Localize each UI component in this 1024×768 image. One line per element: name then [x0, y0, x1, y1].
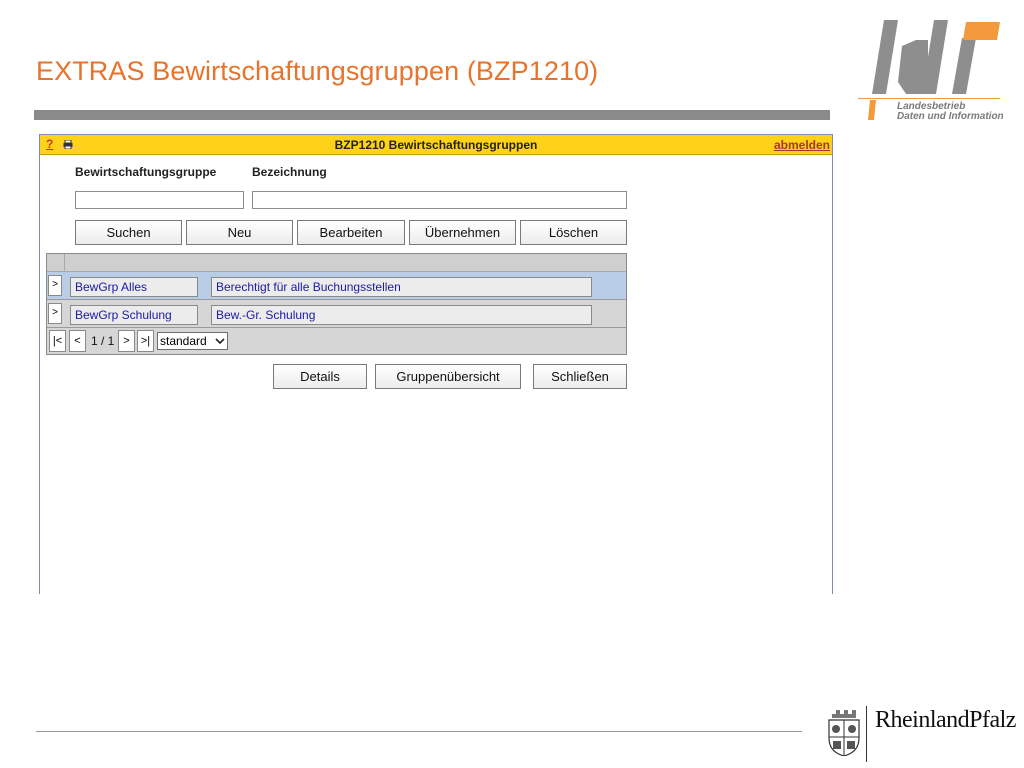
slide-title: EXTRAS Bewirtschaftungsgruppen (BZP1210) — [36, 56, 599, 86]
row-select-button[interactable]: > — [48, 275, 62, 296]
delete-button[interactable]: Löschen — [520, 220, 627, 245]
printer-icon[interactable] — [63, 140, 73, 149]
prev-page-button[interactable]: < — [69, 330, 86, 352]
footer-separator — [866, 706, 867, 762]
last-page-button[interactable]: >| — [137, 330, 154, 352]
group-overview-button[interactable]: Gruppenübersicht — [375, 364, 521, 389]
chevron-down-icon — [215, 338, 225, 345]
page-info: 1 / 1 — [91, 334, 115, 348]
group-input[interactable] — [75, 191, 244, 209]
coat-of-arms-icon — [828, 710, 860, 756]
rlp-brand: RheinlandPfalz — [875, 707, 1016, 733]
next-page-button[interactable]: > — [118, 330, 135, 352]
description-field-label: Bezeichnung — [252, 165, 327, 179]
logo-text-line2: Daten und Information — [897, 111, 1004, 122]
pager: |< < 1 / 1 > >| standard — [47, 328, 626, 354]
edit-button[interactable]: Bearbeiten — [297, 220, 405, 245]
results-table: > BewGrp Alles Berechtigt für alle Buchu… — [46, 253, 627, 355]
help-link[interactable]: ? — [46, 137, 53, 151]
details-button[interactable]: Details — [273, 364, 367, 389]
title-divider — [34, 110, 830, 120]
app-title: BZP1210 Bewirtschaftungsgruppen — [334, 138, 538, 152]
footer-divider — [36, 731, 802, 732]
row-description-cell[interactable]: Berechtigt für alle Buchungsstellen — [211, 277, 592, 297]
app-titlebar: ? BZP1210 Bewirtschaftungsgruppen abmeld… — [40, 135, 832, 155]
view-select[interactable]: standard — [157, 332, 228, 350]
view-select-value: standard — [160, 334, 207, 348]
row-group-cell[interactable]: BewGrp Schulung — [70, 305, 198, 325]
apply-button[interactable]: Übernehmen — [409, 220, 516, 245]
table-header — [47, 254, 626, 272]
table-row[interactable]: > BewGrp Schulung Bew.-Gr. Schulung — [47, 300, 626, 328]
description-input[interactable] — [252, 191, 627, 209]
table-row[interactable]: > BewGrp Alles Berechtigt für alle Buchu… — [47, 272, 626, 300]
first-page-button[interactable]: |< — [49, 330, 66, 352]
row-description-cell[interactable]: Bew.-Gr. Schulung — [211, 305, 592, 325]
app-window: ? BZP1210 Bewirtschaftungsgruppen abmeld… — [39, 134, 833, 594]
group-field-label: Bewirtschaftungsgruppe — [75, 165, 217, 179]
search-button[interactable]: Suchen — [75, 220, 182, 245]
row-select-button[interactable]: > — [48, 303, 62, 324]
new-button[interactable]: Neu — [186, 220, 293, 245]
row-group-cell[interactable]: BewGrp Alles — [70, 277, 198, 297]
close-button[interactable]: Schließen — [533, 364, 627, 389]
logout-link[interactable]: abmelden — [774, 138, 830, 152]
